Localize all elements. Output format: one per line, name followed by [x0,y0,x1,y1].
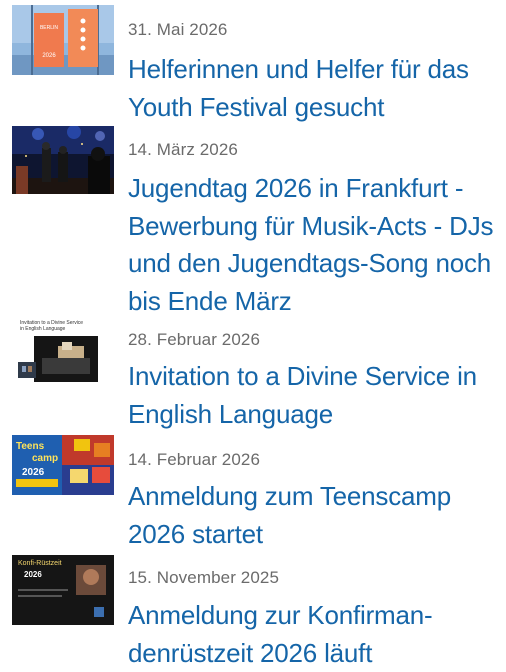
news-title-link[interactable]: Anmeldung zum Teenscamp 2026 startet [128,478,502,553]
thumbnail-text: in English Language [20,326,66,332]
thumbnail-text: 2026 [24,570,42,579]
news-title-link[interactable]: Helferinnen und Helfer für das Youth Fes… [128,51,502,126]
news-title-link[interactable]: Anmeldung zur Konfirman­denrüstzeit 2026… [128,597,502,672]
thumbnail-text: 2026 [42,53,56,59]
thumbnail-text: Konfi-Rüstzeit [18,560,62,567]
news-date: 28. Februar 2026 [128,330,261,349]
thumbnail-text: BERLIN [40,25,58,31]
news-date: 14. Februar 2026 [128,450,261,469]
thumbnail-text: 2026 [22,467,45,478]
news-thumbnail-festival-banner[interactable]: BERLIN 2026 [12,5,114,75]
news-thumbnail-konfi-ruestzeit[interactable]: Konfi-Rüstzeit 2026 [12,555,114,625]
news-thumbnail-teenscamp[interactable]: Teens camp 2026 [12,435,114,495]
news-date: 14. März 2026 [128,140,238,159]
news-date: 31. Mai 2026 [128,20,228,39]
news-thumbnail-concert-stage[interactable] [12,126,114,194]
news-date: 15. November 2025 [128,568,280,587]
news-thumbnail-divine-service[interactable]: Invitation to a Divine Service in Englis… [12,318,114,382]
thumbnail-text: Teens [16,441,45,452]
thumbnail-text: camp [32,453,58,464]
news-title-link[interactable]: Jugendtag 2026 in Frankfurt - Bewerbung … [128,170,502,320]
news-title-link[interactable]: Invitation to a Divine Service in Englis… [128,358,502,433]
